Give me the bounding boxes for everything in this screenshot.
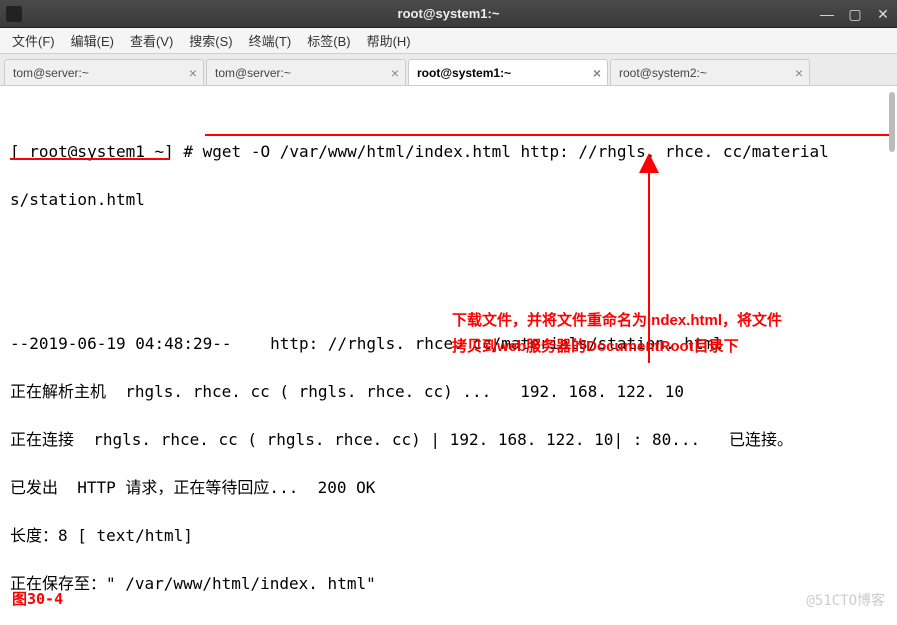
tab-label: tom@server:~	[13, 66, 89, 80]
menu-tab[interactable]: 标签(B)	[301, 29, 356, 52]
minimize-button[interactable]: —	[813, 1, 841, 27]
close-icon[interactable]: ×	[593, 65, 601, 81]
tab-root-system2[interactable]: root@system2:~ ×	[610, 59, 810, 85]
menu-view[interactable]: 查看(V)	[124, 29, 179, 52]
tab-root-system1[interactable]: root@system1:~ ×	[408, 59, 608, 85]
close-icon[interactable]: ×	[795, 65, 803, 81]
terminal-line: 正在保存至：" /var/www/html/index. html"	[10, 572, 887, 596]
tab-label: tom@server:~	[215, 66, 291, 80]
menu-help[interactable]: 帮助(H)	[361, 29, 417, 52]
tab-bar: tom@server:~ × tom@server:~ × root@syste…	[0, 54, 897, 86]
menu-search[interactable]: 搜索(S)	[183, 29, 238, 52]
terminal-content[interactable]: [ root@system1 ~] # wget -O /var/www/htm…	[0, 86, 897, 620]
red-underline-annotation	[205, 134, 895, 136]
terminal-line: [ root@system1 ~] # wget -O /var/www/htm…	[10, 140, 887, 164]
annotation-line2: 拷贝到web服务器的DocumentRoot目录下	[452, 334, 892, 360]
tab-tom-server-1[interactable]: tom@server:~ ×	[4, 59, 204, 85]
tab-tom-server-2[interactable]: tom@server:~ ×	[206, 59, 406, 85]
figure-label: 图30-4	[12, 588, 63, 611]
terminal-line: 长度：8 [ text/html]	[10, 524, 887, 548]
scrollbar-thumb[interactable]	[889, 92, 895, 152]
menu-edit[interactable]: 编辑(E)	[65, 29, 120, 52]
menu-file[interactable]: 文件(F)	[6, 29, 61, 52]
close-icon[interactable]: ×	[391, 65, 399, 81]
annotation-line1: 下载文件，并将文件重命名为index.html，将文件	[452, 308, 892, 334]
terminal-line: 正在连接 rhgls. rhce. cc ( rhgls. rhce. cc) …	[10, 428, 887, 452]
close-button[interactable]: ✕	[869, 1, 897, 27]
maximize-button[interactable]: ▢	[841, 1, 869, 27]
annotation-text: 下载文件，并将文件重命名为index.html，将文件 拷贝到web服务器的Do…	[452, 308, 892, 359]
tab-label: root@system2:~	[619, 66, 707, 80]
terminal-line: s/station.html	[10, 188, 887, 212]
menu-bar: 文件(F) 编辑(E) 查看(V) 搜索(S) 终端(T) 标签(B) 帮助(H…	[0, 28, 897, 54]
menu-terminal[interactable]: 终端(T)	[243, 29, 298, 52]
terminal-line: 正在解析主机 rhgls. rhce. cc ( rhgls. rhce. cc…	[10, 380, 887, 404]
watermark: @51CTO博客	[806, 591, 885, 612]
terminal-line: 已发出 HTTP 请求，正在等待回应... 200 OK	[10, 476, 887, 500]
red-underline-annotation	[10, 158, 170, 160]
tab-label: root@system1:~	[417, 66, 511, 80]
window-title: root@system1:~	[0, 6, 897, 21]
close-icon[interactable]: ×	[189, 65, 197, 81]
